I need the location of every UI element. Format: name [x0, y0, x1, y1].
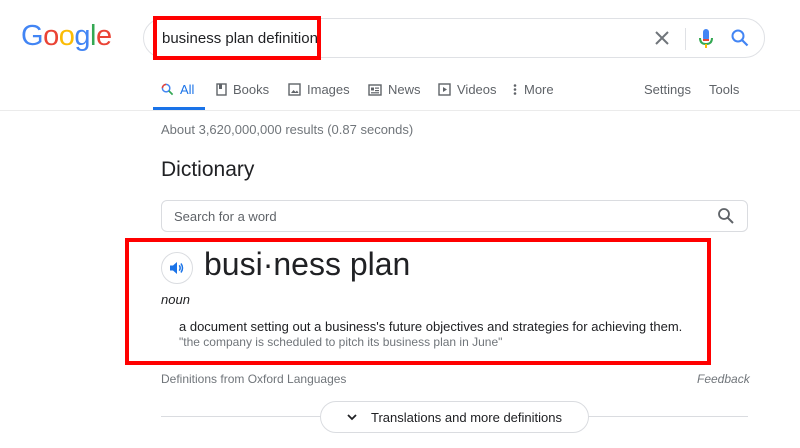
google-logo[interactable]: Google	[21, 20, 112, 53]
feedback-link[interactable]: Feedback	[697, 372, 750, 386]
search-icon	[161, 83, 174, 96]
more-definitions-button[interactable]: Translations and more definitions	[320, 401, 589, 433]
search-icon[interactable]	[730, 28, 750, 48]
tab-more[interactable]: More	[512, 82, 554, 97]
more-definitions-label: Translations and more definitions	[370, 409, 562, 425]
microphone-icon[interactable]	[696, 27, 716, 51]
settings-label: Settings	[644, 82, 691, 97]
tabs-divider	[0, 110, 800, 111]
tab-images[interactable]: Images	[288, 82, 350, 97]
tab-all[interactable]: All	[161, 82, 194, 97]
logo-letter: o	[43, 20, 59, 52]
result-stats: About 3,620,000,000 results (0.87 second…	[161, 122, 414, 137]
dictionary-source[interactable]: Definitions from Oxford Languages	[161, 372, 346, 386]
tab-label: All	[180, 82, 195, 97]
more-vert-icon	[513, 84, 517, 95]
video-icon	[438, 83, 451, 96]
dictionary-title: Dictionary	[161, 158, 255, 181]
book-icon	[216, 83, 227, 96]
search-icon[interactable]	[717, 207, 735, 225]
close-icon[interactable]	[652, 28, 672, 48]
news-icon	[368, 83, 382, 96]
logo-letter: e	[95, 20, 112, 52]
settings-link[interactable]: Settings	[644, 82, 691, 97]
tab-label: Books	[233, 82, 270, 97]
word-search-input[interactable]: Search for a word	[174, 209, 277, 224]
annotation-box-definition	[125, 238, 711, 365]
tab-videos[interactable]: Videos	[438, 82, 497, 97]
chevron-down-icon	[347, 413, 357, 420]
word-search-box[interactable]: Search for a word	[161, 200, 748, 232]
tools-link[interactable]: Tools	[709, 82, 739, 97]
tab-label: Images	[307, 82, 350, 97]
logo-letter: g	[74, 20, 90, 52]
tab-books[interactable]: Books	[216, 82, 269, 97]
tab-news[interactable]: News	[368, 82, 421, 97]
annotation-box-query	[153, 16, 321, 60]
tools-label: Tools	[709, 82, 740, 97]
logo-letter: G	[21, 20, 44, 52]
tab-label: More	[524, 82, 554, 97]
image-icon	[288, 83, 301, 96]
logo-letter: o	[58, 20, 75, 52]
tab-label: Videos	[457, 82, 497, 97]
tab-label: News	[388, 82, 421, 97]
search-divider	[685, 28, 686, 50]
